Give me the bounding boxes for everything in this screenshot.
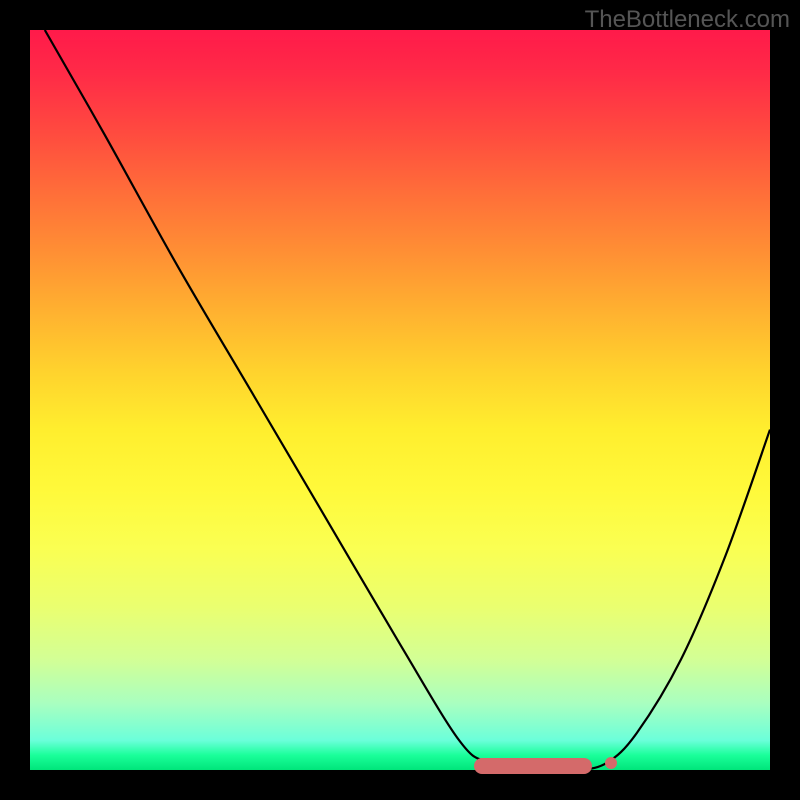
chart-line-layer	[30, 30, 770, 770]
plateau-marker-bar	[474, 758, 592, 774]
optimum-marker-dot	[605, 757, 617, 769]
bottleneck-curve	[45, 30, 770, 770]
watermark-text: TheBottleneck.com	[585, 6, 790, 34]
